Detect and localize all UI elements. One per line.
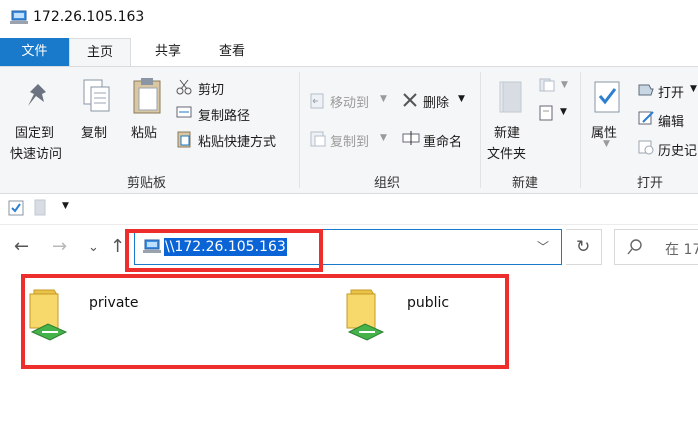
organize-group-label: 组织 [374,176,401,191]
network-computer-icon [10,10,28,24]
search-placeholder: 在 17 [665,242,698,258]
history-button[interactable]: 历史记 [658,140,697,159]
cut-button[interactable]: 剪切 [198,79,224,98]
tab-share[interactable]: 共享 [138,38,198,66]
back-arrow-icon[interactable]: ← [14,236,29,257]
open-icon[interactable] [637,81,655,97]
network-share-folder-icon [346,289,385,341]
pin-quick-access-label-2[interactable]: 快速访问 [10,143,62,162]
new-folder-label-2[interactable]: 文件夹 [487,143,526,162]
open-button[interactable]: 打开 [658,82,684,101]
recent-locations-chevron-icon[interactable]: ⌄ [88,240,99,255]
network-share-folder-icon [29,289,68,341]
copy-path-button[interactable]: 复制路径 [198,105,250,124]
new-folder-label-1[interactable]: 新建 [494,122,520,141]
tab-home[interactable]: 主页 [69,38,131,67]
up-arrow-icon[interactable]: ↑ [110,236,125,257]
move-to-button[interactable]: 移动到 [330,92,369,111]
rename-button[interactable]: 重命名 [423,131,462,150]
ribbon-separator [480,72,481,188]
address-highlight-box [125,229,323,272]
quick-access-toolbar [0,194,698,225]
paste-shortcut-icon[interactable] [176,130,192,148]
edit-button[interactable]: 编辑 [658,111,684,130]
edit-icon[interactable] [637,110,655,126]
copy-button[interactable]: 复制 [81,122,107,141]
new-item-icon[interactable] [538,78,556,92]
pin-quick-access-label-1[interactable]: 固定到 [15,122,54,141]
paste-shortcut-button[interactable]: 粘贴快捷方式 [198,131,276,150]
copy-icon[interactable] [82,78,112,114]
pin-icon[interactable] [24,82,52,112]
forward-arrow-icon[interactable]: → [52,236,67,257]
folder-item-public[interactable]: public [345,286,475,346]
search-icon [627,239,642,255]
tab-file[interactable]: 文件 [0,38,69,66]
folder-name[interactable]: public [407,295,449,311]
history-icon[interactable] [637,139,655,155]
delete-icon[interactable] [402,92,418,108]
window-title: 172.26.105.163 [33,9,145,25]
open-dropdown-icon[interactable]: ▼ [690,84,697,94]
move-to-icon[interactable] [309,92,327,110]
properties-icon[interactable] [592,80,622,114]
tab-view[interactable]: 查看 [202,38,262,66]
open-group-label: 打开 [637,176,664,191]
easy-access-dropdown-icon[interactable]: ▼ [560,107,567,117]
ribbon-separator [580,72,581,188]
copy-path-icon[interactable] [176,105,192,119]
new-group-label: 新建 [512,176,539,191]
paste-button[interactable]: 粘贴 [131,122,157,141]
copy-to-button[interactable]: 复制到 [330,131,369,150]
customize-toolbar-dropdown-icon[interactable]: ▼ [62,201,69,211]
delete-dropdown-icon[interactable]: ▼ [458,94,465,104]
delete-button[interactable]: 删除 [423,92,449,111]
paste-icon[interactable] [131,76,163,116]
rename-icon[interactable] [402,130,420,146]
address-dropdown-chevron-icon[interactable]: ﹀ [537,238,549,255]
folder-item-private[interactable]: private [28,286,148,346]
refresh-icon[interactable]: ↻ [576,237,590,257]
move-to-dropdown-icon[interactable]: ▼ [380,94,387,104]
folder-name[interactable]: private [89,295,139,311]
properties-small-icon[interactable] [8,200,24,216]
properties-dropdown-icon[interactable]: ▼ [603,139,610,149]
scissors-icon[interactable] [176,79,192,95]
new-folder-icon[interactable] [496,80,524,114]
new-item-dropdown-icon[interactable]: ▼ [561,80,568,90]
copy-to-dropdown-icon[interactable]: ▼ [380,133,387,143]
clipboard-group-label: 剪贴板 [127,176,167,191]
new-folder-small-icon[interactable] [33,199,47,216]
easy-access-icon[interactable] [538,104,554,122]
ribbon-separator [299,72,300,188]
copy-to-icon[interactable] [309,130,327,148]
